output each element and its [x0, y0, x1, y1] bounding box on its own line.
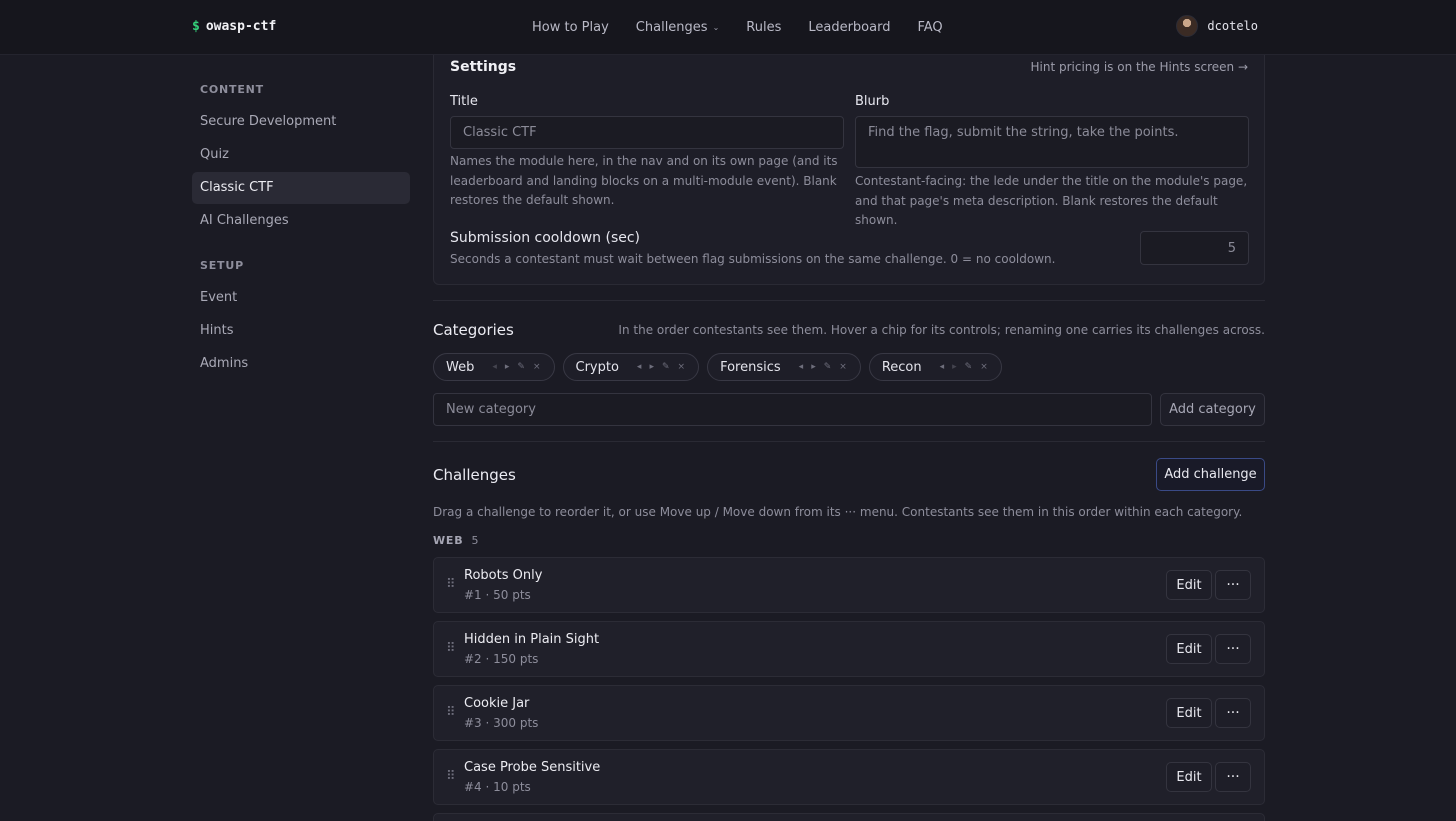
- blurb-help: Contestant-facing: the lede under the ti…: [855, 174, 1248, 227]
- sidebar-heading-content: CONTENT: [200, 83, 264, 96]
- new-category-input[interactable]: New category: [433, 393, 1152, 426]
- edit-button[interactable]: Edit: [1166, 762, 1212, 792]
- category-heading-web: WEB 5: [433, 534, 479, 547]
- edit-button[interactable]: Edit: [1166, 698, 1212, 728]
- more-menu-button[interactable]: ···: [1215, 634, 1251, 664]
- user-menu[interactable]: dcotelo: [1176, 15, 1258, 37]
- brand-name: owasp-ctf: [205, 19, 277, 34]
- category-name: WEB: [433, 534, 464, 547]
- challenge-row[interactable]: ⠿ Robots Only #1 · 50 pts Edit ···: [433, 557, 1265, 613]
- divider: [433, 300, 1265, 301]
- drag-handle-icon[interactable]: ⠿: [446, 577, 455, 592]
- sidebar-item-secure-development[interactable]: Secure Development: [192, 106, 410, 138]
- category-chip-web[interactable]: Web ◂ ▸ ✎ ×: [433, 353, 555, 381]
- pencil-icon[interactable]: ✎: [662, 362, 670, 372]
- nav-rules[interactable]: Rules: [746, 20, 781, 35]
- title-help: Names the module here, in the nav and on…: [450, 154, 838, 207]
- challenge-meta: #2 · 150 pts: [464, 652, 539, 666]
- settings-panel: Settings Hint pricing is on the Hints sc…: [433, 40, 1265, 285]
- nav-leaderboard[interactable]: Leaderboard: [808, 20, 890, 35]
- divider: [433, 441, 1265, 442]
- sidebar-item-ai-challenges[interactable]: AI Challenges: [192, 205, 410, 237]
- top-navbar: $ owasp-ctf How to Play Challenges ⌄ Rule…: [0, 0, 1456, 55]
- sidebar-item-event[interactable]: Event: [192, 282, 410, 314]
- categories-note: In the order contestants see them. Hover…: [618, 323, 1265, 337]
- categories-title: Categories: [433, 321, 514, 339]
- category-count: 5: [471, 534, 480, 547]
- challenge-title: Hidden in Plain Sight: [464, 632, 600, 647]
- challenge-title: Robots Only: [464, 568, 543, 583]
- close-icon[interactable]: ×: [533, 362, 541, 372]
- sidebar-item-quiz[interactable]: Quiz: [192, 139, 410, 171]
- add-challenge-button[interactable]: Add challenge: [1156, 458, 1265, 491]
- challenge-title: Case Probe Sensitive: [464, 760, 601, 775]
- challenges-note: Drag a challenge to reorder it, or use M…: [433, 505, 1243, 519]
- move-left-icon[interactable]: ◂: [799, 362, 804, 372]
- cooldown-help: Seconds a contestant must wait between f…: [450, 252, 1056, 266]
- title-input[interactable]: Classic CTF: [450, 116, 844, 149]
- sidebar-heading-setup: SETUP: [200, 259, 244, 272]
- challenge-row[interactable]: ⠿ Hidden in Plain Sight #2 · 150 pts Edi…: [433, 621, 1265, 677]
- sidebar: CONTENT Secure Development Quiz Classic …: [192, 56, 410, 381]
- move-right-icon[interactable]: ▸: [505, 362, 510, 372]
- title-label: Title: [450, 94, 478, 109]
- chip-label: Forensics: [720, 359, 781, 375]
- move-right-icon[interactable]: ▸: [649, 362, 654, 372]
- sidebar-item-hints[interactable]: Hints: [192, 315, 410, 347]
- cooldown-label: Submission cooldown (sec): [450, 230, 641, 246]
- chip-label: Crypto: [575, 359, 619, 375]
- sidebar-item-admins[interactable]: Admins: [192, 348, 410, 380]
- cooldown-input[interactable]: 5: [1140, 231, 1249, 265]
- chevron-down-icon: ⌄: [712, 23, 720, 32]
- challenges-title: Challenges: [433, 466, 516, 484]
- category-chip-crypto[interactable]: Crypto ◂ ▸ ✎ ×: [562, 353, 700, 381]
- edit-button[interactable]: Edit: [1166, 570, 1212, 600]
- chip-label: Recon: [881, 359, 922, 375]
- main-nav: How to Play Challenges ⌄ Rules Leaderboa…: [532, 0, 970, 55]
- brand-symbol: $: [192, 19, 200, 34]
- pencil-icon[interactable]: ✎: [824, 362, 832, 372]
- challenge-row[interactable]: [433, 813, 1265, 821]
- challenge-meta: #1 · 50 pts: [464, 588, 531, 602]
- drag-handle-icon[interactable]: ⠿: [446, 769, 455, 784]
- move-right-icon[interactable]: ▸: [952, 362, 957, 372]
- hint-pricing-link[interactable]: Hint pricing is on the Hints screen →: [1031, 60, 1249, 74]
- nav-challenges-label: Challenges: [635, 20, 708, 35]
- close-icon[interactable]: ×: [839, 362, 847, 372]
- more-menu-button[interactable]: ···: [1215, 698, 1251, 728]
- challenge-title: Cookie Jar: [464, 696, 530, 711]
- more-menu-button[interactable]: ···: [1215, 570, 1251, 600]
- more-menu-button[interactable]: ···: [1215, 762, 1251, 792]
- challenge-row[interactable]: ⠿ Case Probe Sensitive #4 · 10 pts Edit …: [433, 749, 1265, 805]
- category-chip-recon[interactable]: Recon ◂ ▸ ✎ ×: [868, 353, 1002, 381]
- blurb-label: Blurb: [855, 94, 890, 109]
- brand-logo[interactable]: $ owasp-ctf: [192, 19, 276, 34]
- close-icon[interactable]: ×: [678, 362, 686, 372]
- nav-challenges[interactable]: Challenges ⌄: [636, 20, 719, 35]
- avatar: [1176, 15, 1199, 37]
- settings-title: Settings: [450, 59, 517, 75]
- challenge-meta: #4 · 10 pts: [464, 780, 531, 794]
- add-category-button[interactable]: Add category: [1160, 393, 1265, 426]
- move-left-icon[interactable]: ◂: [492, 362, 497, 372]
- move-left-icon[interactable]: ◂: [637, 362, 642, 372]
- challenge-meta: #3 · 300 pts: [464, 716, 539, 730]
- chip-label: Web: [446, 359, 475, 375]
- pencil-icon[interactable]: ✎: [517, 362, 525, 372]
- user-name: dcotelo: [1207, 19, 1258, 33]
- drag-handle-icon[interactable]: ⠿: [446, 641, 455, 656]
- edit-button[interactable]: Edit: [1166, 634, 1212, 664]
- nav-faq[interactable]: FAQ: [917, 20, 942, 35]
- drag-handle-icon[interactable]: ⠿: [446, 705, 455, 720]
- move-right-icon[interactable]: ▸: [811, 362, 816, 372]
- close-icon[interactable]: ×: [980, 362, 988, 372]
- move-left-icon[interactable]: ◂: [940, 362, 945, 372]
- challenge-row[interactable]: ⠿ Cookie Jar #3 · 300 pts Edit ···: [433, 685, 1265, 741]
- sidebar-item-classic-ctf[interactable]: Classic CTF: [192, 172, 410, 204]
- category-chips: Web ◂ ▸ ✎ × Crypto ◂ ▸ ✎ × Forensics ◂ ▸…: [433, 353, 1010, 381]
- category-chip-forensics[interactable]: Forensics ◂ ▸ ✎ ×: [707, 353, 861, 381]
- blurb-textarea[interactable]: Find the flag, submit the string, take t…: [855, 116, 1249, 168]
- nav-how-to-play[interactable]: How to Play: [532, 20, 609, 35]
- pencil-icon[interactable]: ✎: [965, 362, 973, 372]
